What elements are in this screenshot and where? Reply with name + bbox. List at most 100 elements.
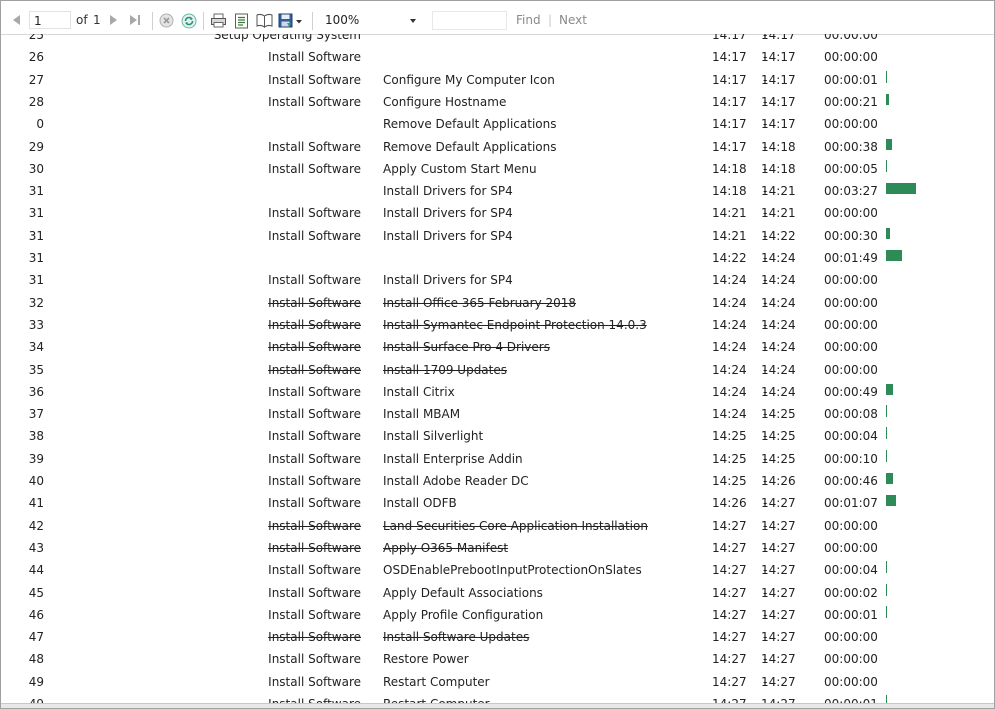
step-name-cell: Install 1709 Updates <box>383 362 508 377</box>
table-row: 31 14:22 14:24 00:01:49- <box>1 247 994 269</box>
time-range-dash: - <box>763 362 768 377</box>
duration-cell: 00:00:38 <box>824 139 878 154</box>
step-number-cell: 31 <box>28 251 44 265</box>
duration-cell: 00:00:10 <box>824 451 878 466</box>
duration-cell: 00:00:01 <box>824 607 878 622</box>
step-number-cell: 35 <box>28 362 44 377</box>
time-range-dash: - <box>763 384 768 399</box>
step-number-cell: 37 <box>28 407 44 422</box>
duration-cell: 00:00:00 <box>824 34 878 42</box>
start-time-cell: 14:17 <box>712 117 747 132</box>
last-page-button[interactable] <box>128 13 142 27</box>
start-time-cell: 14:27 <box>712 674 747 689</box>
start-time-cell: 14:17 <box>712 50 747 65</box>
step-name-cell: Install ODFB <box>383 496 457 511</box>
page-setup-button[interactable] <box>255 12 273 29</box>
step-type-cell: Install Software <box>268 429 361 444</box>
start-time-cell: 14:17 <box>712 94 747 109</box>
time-range-dash: - <box>763 206 768 221</box>
chevron-down-icon[interactable] <box>410 19 416 23</box>
start-time-cell: 14:27 <box>712 607 747 622</box>
refresh-button[interactable] <box>180 12 197 29</box>
step-name-cell: Install Enterprise Addin <box>383 451 523 466</box>
time-range-dash: - <box>763 340 768 355</box>
step-name-cell: Configure Hostname <box>383 94 507 109</box>
table-row: 43 Install Software Apply O365 Manifest 14:… <box>1 537 994 559</box>
start-time-cell: 14:27 <box>712 585 747 600</box>
export-button[interactable] <box>278 12 304 29</box>
step-number-cell: 31 <box>28 228 44 243</box>
next-page-button[interactable] <box>107 13 119 27</box>
table-row: 31 Install Software Install Drivers for SP… <box>1 202 994 224</box>
duration-cell: 00:00:02 <box>824 585 878 600</box>
page-number-input[interactable]: 1 <box>29 11 71 29</box>
zoom-select[interactable]: 100% <box>322 11 422 30</box>
step-type-cell: Install Software <box>268 50 361 65</box>
time-range-dash: - <box>763 607 768 622</box>
step-number-cell: 38 <box>28 429 44 444</box>
start-time-cell: 14:21 <box>712 206 747 221</box>
start-time-cell: 14:27 <box>712 518 747 533</box>
start-time-cell: 14:27 <box>712 540 747 555</box>
step-number-cell: 26 <box>28 50 44 65</box>
find-text-input[interactable] <box>432 11 507 30</box>
start-time-cell: 14:17 <box>712 139 747 154</box>
duration-cell: 00:00:00 <box>824 273 878 288</box>
table-row: 28 Install Software Configure Hostname 14:1… <box>1 91 994 113</box>
start-time-cell: 14:27 <box>712 652 747 667</box>
step-name-cell: Install Surface Pro 4 Drivers <box>383 340 550 355</box>
find-divider: | <box>548 13 553 27</box>
time-range-dash: - <box>763 585 768 600</box>
step-type-cell: Install Software <box>268 384 361 399</box>
time-range-dash: - <box>763 451 768 466</box>
find-next-link[interactable]: Next <box>559 13 587 27</box>
first-page-icon <box>12 15 20 25</box>
step-number-cell: 42 <box>28 518 44 533</box>
print-button[interactable] <box>209 12 227 29</box>
step-name-cell: Install Drivers for SP4 <box>383 228 513 243</box>
table-row: 31 Install Software Install Drivers for SP… <box>1 225 994 247</box>
page-of-label: of <box>76 13 88 27</box>
table-row: 33 Install Software Install Symantec Endpo… <box>1 314 994 336</box>
report-viewer: 1 of 1 100% Find | Next 25 Setup Operati… <box>0 0 995 709</box>
step-number-cell: 28 <box>28 94 44 109</box>
duration-cell: 00:00:00 <box>824 295 878 310</box>
step-name-cell: Restore Power <box>383 652 469 667</box>
step-number-cell: 33 <box>28 317 44 332</box>
duration-bar <box>886 70 887 83</box>
step-number-cell: 32 <box>28 295 44 310</box>
duration-cell: 00:00:21 <box>824 94 878 109</box>
step-number-cell: 29 <box>28 139 44 154</box>
step-number-cell: 34 <box>28 340 44 355</box>
step-number-cell: 30 <box>28 161 44 176</box>
time-range-dash: - <box>763 518 768 533</box>
step-number-cell: 44 <box>28 563 44 578</box>
time-range-dash: - <box>763 117 768 132</box>
step-number-cell: 46 <box>28 607 44 622</box>
start-time-cell: 14:25 <box>712 451 747 466</box>
stop-button[interactable] <box>158 12 175 29</box>
horizontal-scrollbar[interactable] <box>1 703 994 708</box>
step-name-cell: Install Drivers for SP4 <box>383 273 513 288</box>
duration-bar <box>886 583 887 596</box>
first-page-button[interactable] <box>9 13 23 27</box>
step-name-cell: Restart Computer <box>383 693 703 703</box>
duration-cell: 00:00:00 <box>824 652 878 667</box>
duration-bar <box>886 93 889 105</box>
step-number-cell: 43 <box>28 540 44 555</box>
duration-cell: 00:00:00 <box>824 630 878 645</box>
step-name-cell: Apply Profile Configuration <box>383 607 544 622</box>
last-page-icon <box>130 15 137 25</box>
table-row: 38 Install Software Install Silverlight 14:… <box>1 425 994 447</box>
step-type-cell: Install Software <box>268 563 361 578</box>
book-icon <box>256 13 272 28</box>
table-row: 27 Install Software Configure My Computer … <box>1 69 994 91</box>
print-layout-button[interactable] <box>232 12 250 29</box>
step-type-cell: Install Software <box>268 407 361 422</box>
table-row: 29 Install Software Remove Default Applica… <box>1 136 994 158</box>
next-page-icon <box>109 15 117 25</box>
step-number-cell: 39 <box>28 451 44 466</box>
step-name-cell: Install Adobe Reader DC <box>383 474 529 488</box>
find-link[interactable]: Find <box>516 13 541 27</box>
step-type-cell: Install Software <box>268 161 361 176</box>
